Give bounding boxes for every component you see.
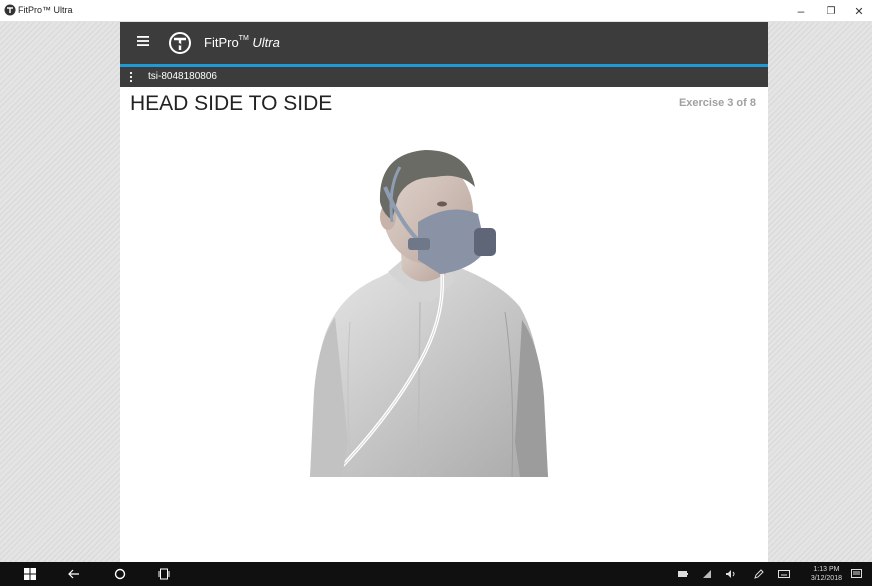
back-arrow-icon[interactable] bbox=[64, 562, 84, 586]
right-margin-pattern bbox=[768, 22, 872, 562]
circle-icon bbox=[114, 568, 126, 580]
tray-date: 3/12/2018 bbox=[810, 575, 842, 582]
windows-stack-icon bbox=[158, 568, 170, 580]
exercise-title: HEAD SIDE TO SIDE bbox=[130, 92, 333, 115]
window-titlebar: FitPro™ Ultra – ❐ ✕ bbox=[0, 0, 872, 22]
stylus-icon bbox=[754, 569, 764, 579]
brand-suffix: Ultra bbox=[252, 35, 280, 50]
app-header-bar: FitProTM Ultra bbox=[120, 22, 768, 64]
windows-logo-icon bbox=[24, 568, 36, 580]
tray-time: 1:13 PM bbox=[813, 566, 840, 573]
tsi-logo-icon bbox=[169, 32, 191, 54]
fitpro-app-icon bbox=[4, 4, 16, 16]
notifications-icon[interactable] bbox=[848, 562, 864, 586]
window-title: FitPro™ Ultra bbox=[18, 5, 73, 15]
touch-keyboard-icon bbox=[778, 570, 790, 578]
minimize-button[interactable]: – bbox=[786, 0, 816, 22]
task-view-icon[interactable] bbox=[154, 562, 174, 586]
exercise-counter: Exercise 3 of 8 bbox=[678, 97, 756, 109]
speaker-icon bbox=[726, 570, 735, 578]
arrow-left-icon bbox=[68, 569, 79, 579]
battery-shape-icon bbox=[678, 571, 688, 577]
exercise-illustration bbox=[310, 150, 548, 477]
windows-start-icon[interactable] bbox=[20, 562, 40, 586]
device-id-label: tsi-8048180806 bbox=[148, 71, 217, 82]
brand-trademark: TM bbox=[238, 35, 249, 42]
keyboard-icon[interactable] bbox=[776, 562, 792, 586]
volume-icon[interactable] bbox=[724, 562, 738, 586]
cortana-circle-icon[interactable] bbox=[110, 562, 130, 586]
maximize-button[interactable]: ❐ bbox=[816, 0, 846, 22]
wifi-icon[interactable] bbox=[700, 562, 714, 586]
device-bar: tsi-8048180806 bbox=[120, 67, 768, 87]
windows-taskbar: 1:13 PM 3/12/2018 bbox=[0, 562, 872, 586]
left-margin-pattern bbox=[0, 22, 120, 562]
tray-clock[interactable]: 1:13 PM 3/12/2018 bbox=[811, 565, 842, 583]
hamburger-menu-icon[interactable] bbox=[136, 34, 150, 48]
brand-name: FitPro bbox=[204, 35, 239, 50]
app-content: FitProTM Ultra tsi-8048180806 HEAD SIDE … bbox=[120, 22, 768, 562]
close-button[interactable]: ✕ bbox=[844, 0, 872, 22]
more-options-icon[interactable] bbox=[129, 71, 133, 83]
battery-icon[interactable] bbox=[676, 562, 690, 586]
app-brand-title: FitProTM Ultra bbox=[204, 35, 280, 50]
action-center-icon bbox=[850, 568, 862, 578]
wifi-shape-icon bbox=[703, 570, 711, 578]
pen-icon[interactable] bbox=[752, 562, 766, 586]
